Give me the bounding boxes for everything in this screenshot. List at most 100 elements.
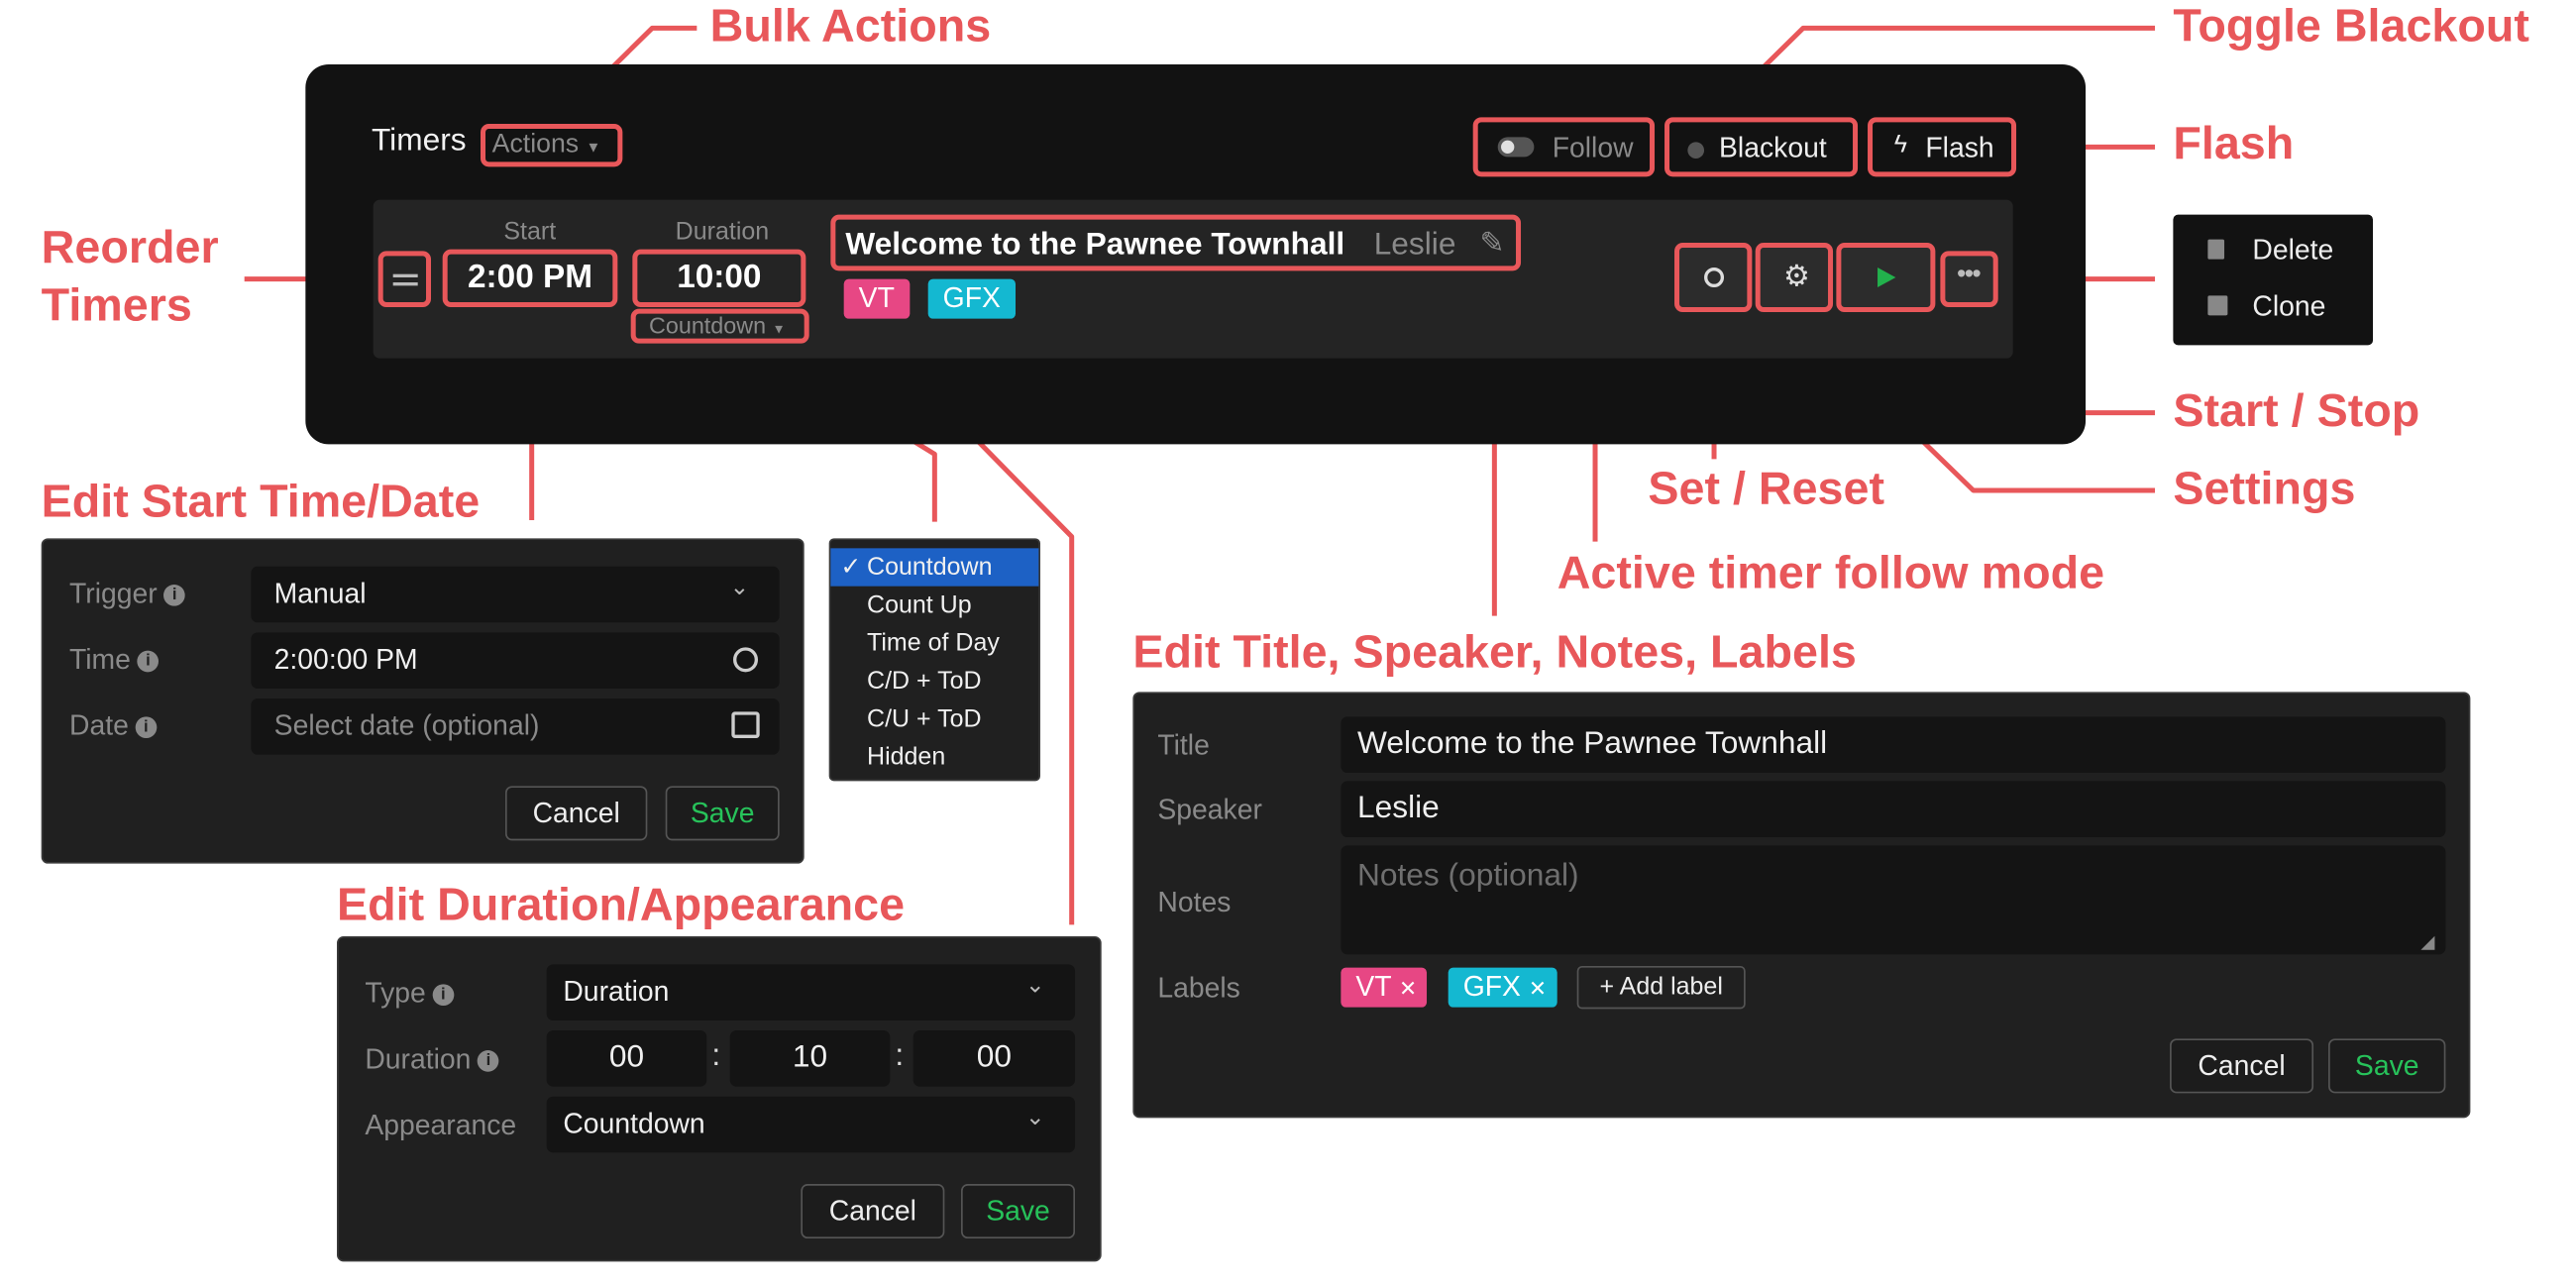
annotation-flash: Flash	[2173, 117, 2295, 169]
annotation-bulk-actions: Bulk Actions	[709, 0, 992, 52]
caret-down-icon: ▼	[772, 322, 786, 338]
notes-textarea[interactable]: Notes (optional) ◢	[1341, 845, 2446, 955]
menu-item-label: Delete	[2252, 234, 2334, 267]
cancel-button[interactable]: Cancel	[2170, 1038, 2314, 1094]
trash-icon	[2207, 239, 2225, 260]
menu-item-cd-tod[interactable]: C/D + ToD	[830, 662, 1038, 699]
duration-dialog: Type i Duration ⌄ Duration i 00 : 10 : 00 …	[337, 936, 1102, 1262]
chevron-down-icon: ⌄	[1025, 971, 1045, 998]
cancel-button[interactable]: Cancel	[505, 786, 648, 841]
speaker-input[interactable]: Leslie	[1341, 781, 2446, 838]
appearance-label: Countdown	[649, 312, 767, 339]
gear-icon: ⚙	[1783, 259, 1810, 293]
menu-item-delete[interactable]: Delete	[2173, 231, 2373, 273]
follow-label: Follow	[1552, 132, 1634, 164]
save-button[interactable]: Save	[665, 786, 780, 841]
time-separator: :	[895, 1038, 905, 1074]
play-button[interactable]	[1836, 243, 1936, 313]
minutes-input[interactable]: 10	[729, 1030, 891, 1087]
settings-button[interactable]: ⚙	[1755, 243, 1834, 313]
check-icon: ✓	[840, 553, 862, 582]
annotation-reorder-line2: Timers	[41, 278, 192, 331]
label-chip-gfx: GFX	[927, 278, 1016, 319]
timer-title: Welcome to the Pawnee Townhall	[845, 228, 1345, 264]
remove-label-icon[interactable]: ✕	[1529, 976, 1547, 1001]
annotation-edit-title: Edit Title, Speaker, Notes, Labels	[1132, 625, 1857, 678]
start-time-dialog: Trigger i Manual ⌄ Time i 2:00:00 PM Date i…	[41, 538, 805, 864]
notes-label: Notes	[1157, 887, 1232, 918]
info-icon: i	[135, 716, 158, 739]
duration-label: Duration i	[365, 1043, 499, 1076]
caret-down-icon: ▼	[586, 139, 601, 156]
play-icon	[1878, 268, 1896, 288]
annotation-edit-start: Edit Start Time/Date	[41, 476, 481, 527]
more-button[interactable]: •••	[1940, 251, 1998, 308]
menu-item-time-of-day[interactable]: Time of Day	[830, 624, 1038, 662]
menu-item-count-up[interactable]: Count Up	[830, 587, 1038, 624]
seconds-input[interactable]: 00	[912, 1030, 1076, 1087]
save-button[interactable]: Save	[2328, 1038, 2446, 1094]
annotation-start-stop: Start / Stop	[2173, 384, 2420, 437]
lightning-icon: ϟ	[1893, 130, 1907, 160]
remove-label-icon[interactable]: ✕	[1399, 976, 1417, 1001]
menu-item-label: Clone	[2252, 290, 2326, 323]
drag-handle[interactable]	[377, 251, 432, 308]
copy-icon	[2207, 295, 2228, 316]
annotation-toggle-blackout: Toggle Blackout	[2173, 0, 2529, 52]
menu-item-cu-tod[interactable]: C/U + ToD	[830, 700, 1038, 738]
clock-icon	[733, 647, 759, 673]
appearance-menu: ✓ Countdown Count Up Time of Day C/D + To…	[828, 538, 1041, 782]
flash-button[interactable]: ϟ Flash	[1868, 117, 2017, 177]
panel-title: Timers	[372, 124, 467, 160]
annotation-edit-duration: Edit Duration/Appearance	[337, 878, 906, 930]
more-dots-icon: •••	[1957, 261, 1982, 289]
save-button[interactable]: Save	[961, 1184, 1076, 1239]
appearance-label: Appearance	[365, 1110, 517, 1141]
pencil-icon: ✎	[1479, 226, 1505, 260]
start-time-button[interactable]: 2:00 PM	[442, 249, 618, 308]
date-input[interactable]: Select date (optional)	[251, 698, 780, 755]
time-separator: :	[711, 1038, 721, 1074]
chevron-down-icon: ⌄	[729, 573, 750, 600]
set-reset-button[interactable]	[1674, 243, 1753, 313]
menu-item-countdown[interactable]: ✓ Countdown	[830, 548, 1039, 587]
hours-input[interactable]: 00	[546, 1030, 707, 1087]
actions-dropdown[interactable]: Actions ▼	[481, 124, 623, 167]
time-input[interactable]: 2:00:00 PM	[251, 632, 780, 690]
trigger-label: Trigger i	[69, 578, 186, 610]
appearance-select[interactable]: Countdown ⌄	[546, 1096, 1076, 1153]
info-icon: i	[478, 1050, 499, 1072]
appearance-dropdown[interactable]: Countdown ▼	[630, 308, 809, 344]
start-heading: Start	[503, 218, 557, 247]
title-input[interactable]: Welcome to the Pawnee Townhall	[1341, 716, 2446, 774]
actions-label: Actions	[491, 130, 580, 160]
title-label: Title	[1157, 729, 1210, 762]
trigger-select[interactable]: Manual ⌄	[251, 566, 780, 623]
title-dialog: Title Welcome to the Pawnee Townhall Spe…	[1132, 692, 2471, 1119]
info-icon: i	[163, 585, 186, 606]
cancel-button[interactable]: Cancel	[801, 1184, 945, 1239]
blackout-button[interactable]: Blackout	[1664, 117, 1859, 177]
flash-label: Flash	[1925, 132, 1994, 164]
info-icon: i	[432, 984, 455, 1007]
toggle-switch-icon	[1497, 137, 1535, 158]
label-chip-vt: VT ✕	[1341, 967, 1428, 1008]
type-label: Type i	[365, 978, 455, 1011]
menu-item-clone[interactable]: Clone	[2173, 287, 2373, 330]
label-chip-vt: VT	[843, 278, 910, 319]
add-label-button[interactable]: + Add label	[1576, 966, 1746, 1010]
stopwatch-icon	[1704, 268, 1725, 288]
chevron-down-icon: ⌄	[1025, 1103, 1045, 1130]
label-chip-gfx: GFX ✕	[1448, 967, 1557, 1008]
plus-icon: +	[1599, 972, 1615, 1002]
menu-item-hidden[interactable]: Hidden	[830, 738, 1038, 776]
blackout-label: Blackout	[1719, 132, 1827, 164]
follow-toggle[interactable]: Follow	[1472, 117, 1656, 177]
annotation-set-reset: Set / Reset	[1648, 462, 1884, 514]
more-menu: Delete Clone	[2173, 214, 2374, 346]
title-edit-button[interactable]: Welcome to the Pawnee Townhall Leslie ✎	[830, 214, 1522, 271]
resize-handle-icon[interactable]: ◢	[2420, 931, 2434, 953]
duration-button[interactable]: 10:00	[632, 249, 806, 308]
info-icon: i	[137, 650, 160, 673]
type-select[interactable]: Duration ⌄	[546, 964, 1076, 1021]
